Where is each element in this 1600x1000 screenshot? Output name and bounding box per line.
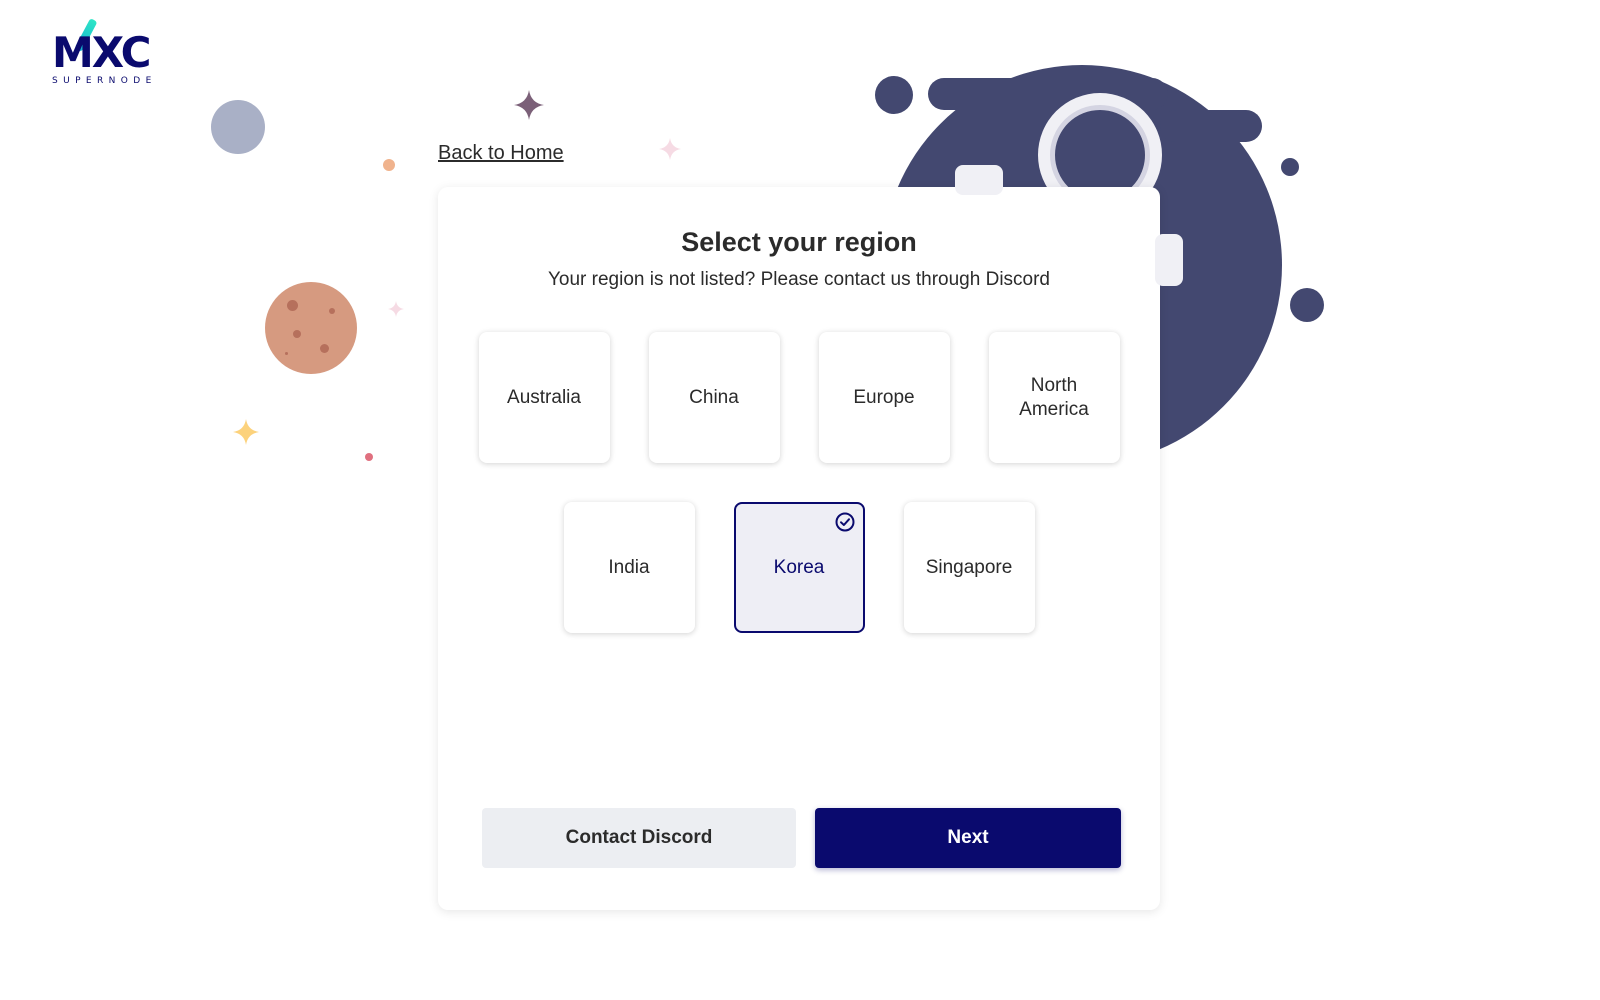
logo-subtext: SUPERNODE [52,76,157,86]
region-option-china[interactable]: China [648,332,780,463]
region-grid-row: Australia China Europe North America [438,332,1160,463]
astronaut-glove [1155,234,1183,286]
sparkle-icon [514,90,544,120]
illustration-ball [875,76,913,114]
sparkle-icon [659,138,681,160]
region-label: North America [1019,374,1089,420]
region-label: Europe [853,386,915,408]
contact-discord-button[interactable]: Contact Discord [482,808,796,868]
region-grid-row: India Korea Singapore [438,502,1160,633]
region-label: India [608,556,650,578]
region-option-north-america[interactable]: North America [988,332,1120,463]
next-label: Next [947,827,989,848]
region-option-india[interactable]: India [563,502,695,633]
region-label: Singapore [925,556,1013,578]
page-subtitle: Your region is not listed? Please contac… [547,269,1051,290]
region-label: China [689,386,739,408]
region-selection-card: Select your region Your region is not li… [438,187,1160,910]
orange-planet-decoration [265,282,357,374]
dot-decoration [383,159,395,171]
region-option-singapore[interactable]: Singapore [903,502,1035,633]
illustration-ball [1290,288,1324,322]
region-label: Korea [773,556,825,578]
next-button[interactable]: Next [815,808,1121,868]
page-title: Select your region [681,227,917,257]
gray-planet-decoration [211,100,265,154]
illustration-bar [1160,110,1262,142]
back-to-home-link[interactable]: Back to Home [438,142,564,165]
page: MXC SUPERNODE Back to Home Select your r… [0,0,1600,1000]
astronaut-glove [955,165,1003,195]
illustration-ball [1281,158,1299,176]
check-circle-icon [835,512,854,532]
mxc-supernode-logo[interactable]: MXC SUPERNODE [52,18,172,88]
sparkle-icon [233,419,259,445]
contact-discord-label: Contact Discord [565,827,713,848]
sparkle-icon [388,301,404,317]
region-option-australia[interactable]: Australia [478,332,610,463]
region-label: Australia [507,386,581,408]
logo-text: MXC [52,28,152,77]
region-option-korea[interactable]: Korea [733,502,865,633]
dot-decoration [365,453,373,461]
region-option-europe[interactable]: Europe [818,332,950,463]
